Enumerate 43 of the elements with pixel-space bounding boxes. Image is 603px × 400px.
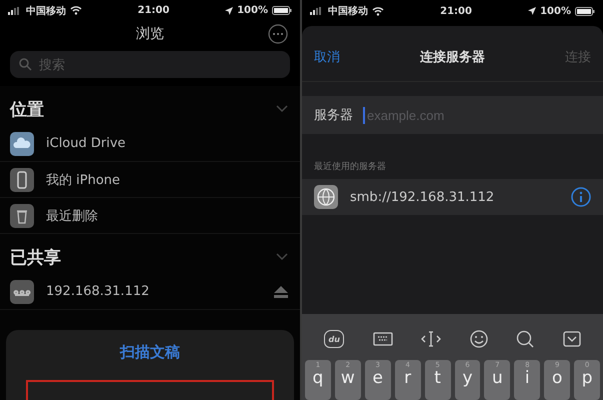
keyboard-logo[interactable]: du [324, 330, 344, 348]
keyboard-icon[interactable] [372, 332, 393, 346]
sheet-title: 连接服务器 [420, 48, 485, 66]
status-time: 21:00 [440, 6, 472, 16]
search-icon[interactable] [516, 330, 534, 348]
eject-icon[interactable] [274, 286, 288, 298]
section-title: 已共享 [10, 246, 61, 268]
cancel-button[interactable]: 取消 [314, 48, 340, 66]
battery-percentage: 100% [237, 5, 268, 16]
cloud-icon [10, 132, 34, 156]
status-time: 21:00 [138, 5, 170, 16]
search-field[interactable]: 搜索 [10, 50, 290, 78]
location-item[interactable]: 192.168.31.112 [46, 284, 262, 299]
globe-icon [314, 185, 338, 209]
battery-icon [575, 6, 595, 16]
search-input[interactable]: 搜索 [37, 56, 237, 73]
trash-icon [10, 204, 34, 228]
location-item[interactable]: 我的 iPhone [46, 170, 288, 188]
section-title: 位置 [10, 98, 44, 120]
location-arrow-icon [225, 6, 234, 15]
battery-icon [272, 6, 292, 16]
signal-icon [8, 6, 22, 15]
field-label: 服务器 [314, 107, 353, 124]
search-icon [18, 57, 32, 72]
wifi-icon [372, 6, 384, 16]
people-icon [10, 280, 34, 304]
hide-keyboard-icon[interactable] [562, 331, 581, 347]
signal-icon [310, 7, 324, 15]
info-icon[interactable] [571, 187, 591, 207]
smiley-icon[interactable] [470, 330, 488, 348]
location-item[interactable]: 最近删除 [46, 206, 288, 224]
wifi-icon [70, 6, 82, 16]
section-header: 最近使用的服务器 [313, 160, 387, 174]
location-item[interactable]: iCloud Drive [46, 136, 288, 151]
more-icon[interactable] [268, 24, 288, 44]
phone-icon [10, 168, 34, 192]
screen-title: 浏览 [136, 25, 164, 44]
battery-percentage: 100% [540, 6, 571, 16]
cursor-icon[interactable] [421, 331, 442, 347]
carrier-name: 中国移动 [328, 4, 368, 18]
scan-documents-button[interactable]: 扫描文稿 [114, 330, 186, 374]
location-arrow-icon [528, 7, 536, 15]
carrier-name: 中国移动 [26, 4, 66, 18]
